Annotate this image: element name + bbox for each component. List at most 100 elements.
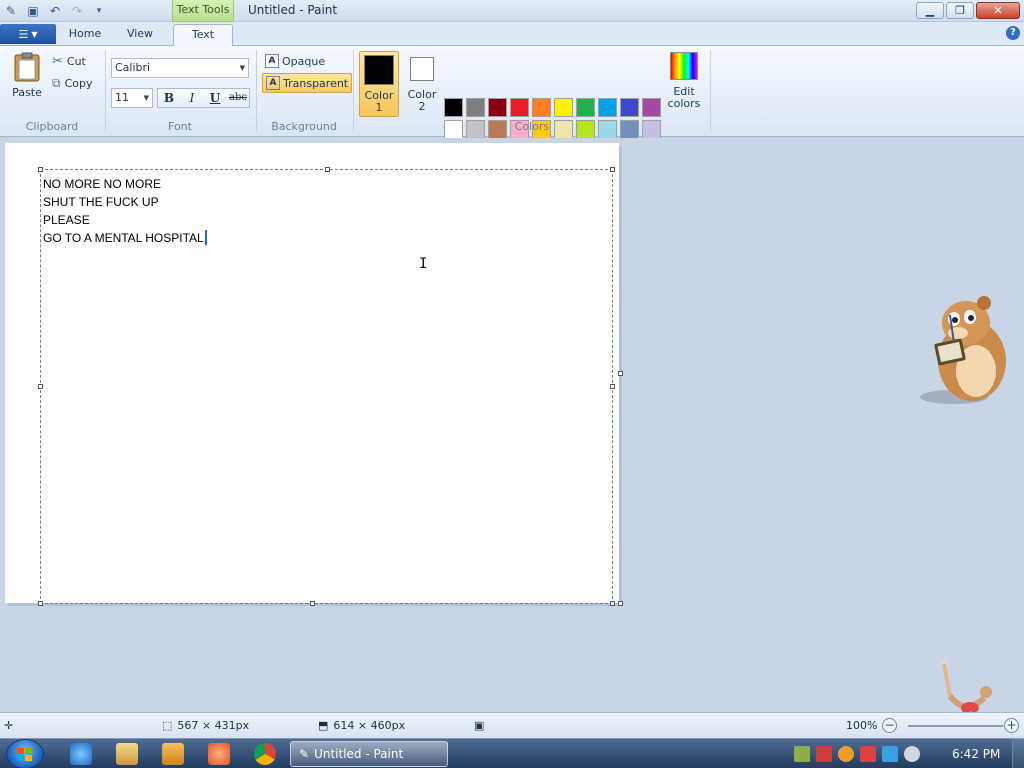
color1-swatch [364, 55, 394, 85]
text-line-last: GO TO A MENTAL HOSPITAL [43, 229, 207, 247]
tray-antivirus-icon[interactable] [816, 746, 832, 762]
show-desktop-button[interactable] [1012, 739, 1024, 768]
tray-app-icon[interactable] [794, 746, 810, 762]
palette-swatch[interactable] [598, 120, 617, 139]
opaque-button[interactable]: A Opaque [262, 51, 328, 71]
font-family-combo[interactable]: Calibri ▼ [111, 58, 249, 78]
canvas-resize-handle[interactable] [618, 371, 623, 376]
tray-search-icon[interactable] [838, 746, 854, 762]
palette-swatch[interactable] [488, 98, 507, 117]
textbox-resize-handle[interactable] [310, 601, 315, 606]
clipboard-group-label: Clipboard [25, 120, 79, 133]
media-player-icon[interactable] [162, 743, 184, 765]
transparent-button[interactable]: A Transparent [262, 73, 353, 93]
palette-swatch[interactable] [576, 120, 595, 139]
taskbar-item-paint[interactable]: ✎ Untitled - Paint [290, 741, 448, 767]
save-icon[interactable]: ▣ [24, 2, 42, 19]
textbox-resize-handle[interactable] [610, 384, 615, 389]
colors-group-label: Colors [514, 120, 550, 133]
hamster-desktop-pet-icon [920, 296, 1006, 404]
textbox-resize-handle[interactable] [38, 601, 43, 606]
strikethrough-button[interactable]: abc [227, 88, 249, 108]
selection-icon: ⬚ [162, 719, 173, 732]
palette-swatch[interactable] [466, 120, 485, 139]
font-size-combo[interactable]: 11 ▼ [111, 88, 153, 108]
taskbar-clock[interactable]: 6:42 PM [952, 747, 1000, 761]
start-button[interactable] [6, 739, 44, 768]
palette-swatch[interactable] [642, 120, 661, 139]
paste-button[interactable]: Paste [8, 52, 46, 99]
ibeam-cursor-icon: I [419, 256, 428, 272]
selection-size-value: 567 × 431px [177, 719, 250, 732]
zoom-slider[interactable] [908, 725, 1003, 727]
internet-explorer-icon[interactable] [70, 743, 92, 765]
file-explorer-icon[interactable] [116, 743, 138, 765]
textbox-resize-handle[interactable] [610, 167, 615, 172]
taskbar-item-label: Untitled - Paint [314, 747, 404, 761]
zoom-in-button[interactable]: + [1004, 718, 1019, 733]
palette-swatch[interactable] [466, 98, 485, 117]
palette-swatch[interactable] [620, 98, 639, 117]
minimize-button[interactable]: ▁ [916, 2, 944, 19]
canvas-size-status: ⬒ 614 × 460px [318, 719, 405, 732]
chrome-icon[interactable] [254, 743, 276, 765]
textbox-resize-handle[interactable] [325, 167, 330, 172]
palette-swatch[interactable] [620, 120, 639, 139]
textbox-resize-handle[interactable] [38, 167, 43, 172]
underline-button[interactable]: U [204, 88, 226, 108]
color2-button[interactable]: Color 2 [402, 51, 442, 117]
tray-network-icon[interactable] [882, 746, 898, 762]
palette-swatch[interactable] [510, 98, 529, 117]
palette-swatch[interactable] [444, 98, 463, 117]
chevron-down-icon: ▼ [239, 64, 245, 72]
window-title: Untitled - Paint [248, 3, 338, 17]
tray-flag-icon[interactable] [860, 746, 876, 762]
restore-button[interactable]: ❐ [946, 2, 974, 19]
color1-button[interactable]: Color 1 [359, 51, 399, 117]
text-box-content[interactable]: NO MORE NO MORE SHUT THE FUCK UP PLEASE … [43, 175, 207, 247]
firefox-icon[interactable] [208, 743, 230, 765]
tab-text[interactable]: Text [173, 24, 233, 47]
palette-swatch[interactable] [576, 98, 595, 117]
palette-swatch[interactable] [488, 120, 507, 139]
font-group-label: Font [168, 120, 192, 133]
tab-view[interactable]: View [115, 24, 165, 46]
tab-home[interactable]: Home [60, 24, 110, 46]
text-box[interactable]: NO MORE NO MORE SHUT THE FUCK UP PLEASE … [38, 167, 615, 606]
palette-swatch[interactable] [642, 98, 661, 117]
palette-swatch[interactable] [444, 120, 463, 139]
textbox-resize-handle[interactable] [38, 384, 43, 389]
copy-icon: ⧉ [52, 75, 61, 90]
close-button[interactable]: ✕ [976, 2, 1020, 19]
textbox-resize-handle[interactable] [610, 601, 615, 606]
transparent-label: Transparent [283, 76, 349, 90]
palette-swatch[interactable] [554, 98, 573, 117]
palette-swatch[interactable] [532, 98, 551, 117]
edit-colors-line2: colors [667, 97, 701, 110]
opaque-label: Opaque [282, 54, 326, 68]
status-bar: ✛ ⬚ 567 × 431px ⬒ 614 × 460px ▣ 100% − + [0, 712, 1024, 738]
cut-button[interactable]: ✂ Cut [52, 52, 86, 70]
opaque-icon: A [265, 54, 279, 68]
edit-colors-button[interactable]: Edit colors [665, 52, 703, 110]
italic-button[interactable]: I [181, 88, 203, 108]
copy-button[interactable]: ⧉ Copy [52, 74, 92, 92]
paint-app-icon[interactable]: ✎ [2, 2, 20, 19]
windows-logo-icon [17, 748, 32, 761]
text-line: GO TO A MENTAL HOSPITAL [43, 231, 204, 245]
redo-icon[interactable]: ↷ [68, 2, 86, 19]
cursor-position-icon: ✛ [4, 719, 14, 732]
tray-volume-icon[interactable] [904, 746, 920, 762]
drawing-canvas[interactable]: NO MORE NO MORE SHUT THE FUCK UP PLEASE … [5, 143, 619, 606]
customize-qat-icon[interactable]: ▾ [90, 2, 108, 19]
canvas-resize-handle[interactable] [618, 601, 623, 606]
paint-menu-button[interactable]: ☰ ▼ [0, 24, 56, 44]
help-icon[interactable]: ? [1006, 26, 1020, 40]
ribbon-separator [353, 50, 354, 132]
zoom-out-button[interactable]: − [882, 718, 897, 733]
canvas-size-value: 614 × 460px [333, 719, 406, 732]
copy-label: Copy [64, 76, 93, 90]
palette-swatch[interactable] [598, 98, 617, 117]
undo-icon[interactable]: ↶ [46, 2, 64, 19]
bold-button[interactable]: B [158, 88, 180, 108]
